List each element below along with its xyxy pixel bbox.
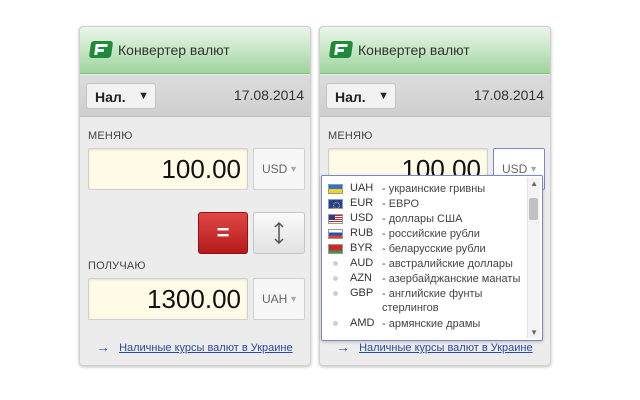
belarus-flag-icon bbox=[328, 244, 343, 254]
currency-dropdown-list[interactable]: UAH - украинские гривны EUR - ЕВРО USD -… bbox=[321, 175, 543, 341]
bullet-icon bbox=[333, 321, 338, 326]
currency-option-aud[interactable]: AUD - австралийские доллары bbox=[328, 257, 528, 272]
swap-currencies-button[interactable] bbox=[253, 212, 305, 254]
currency-name: - азербайджанские манаты bbox=[382, 273, 521, 285]
ukraine-flag-icon bbox=[328, 184, 343, 194]
scroll-down-icon[interactable]: ▼ bbox=[530, 328, 538, 337]
cash-type-value: Нал. bbox=[95, 89, 126, 105]
give-currency-select[interactable]: USD ▼ bbox=[253, 148, 305, 190]
currency-code: UAH bbox=[350, 182, 374, 194]
cash-type-select[interactable]: Нал. ▼ bbox=[86, 83, 156, 109]
currency-name: - австралийские доллары bbox=[382, 258, 513, 270]
currency-name: - ЕВРО bbox=[382, 198, 420, 210]
convert-button[interactable]: = bbox=[198, 212, 248, 254]
eu-flag-icon bbox=[328, 199, 343, 209]
triangle-down-icon: ▼ bbox=[289, 294, 298, 304]
widget-title: Конвертер валют bbox=[118, 42, 230, 58]
currency-code: AZN bbox=[350, 272, 372, 284]
currency-option-eur[interactable]: EUR - ЕВРО bbox=[328, 197, 528, 212]
currency-name: - российские рубли bbox=[382, 228, 480, 240]
cash-type-select[interactable]: Нал. ▼ bbox=[326, 83, 396, 109]
currency-code: GBP bbox=[350, 287, 374, 299]
give-label: МЕНЯЮ bbox=[88, 130, 133, 142]
cash-rates-link[interactable]: Наличные курсы валют в Украине bbox=[119, 342, 293, 354]
bullet-icon bbox=[333, 291, 338, 296]
bullet-icon bbox=[333, 261, 338, 266]
currency-code: EUR bbox=[350, 197, 374, 209]
currency-option-byr[interactable]: BYR - беларусские рубли bbox=[328, 242, 528, 257]
forex-logo-icon bbox=[88, 41, 114, 58]
russia-flag-icon bbox=[328, 229, 343, 239]
cash-rates-link[interactable]: Наличные курсы валют в Украине bbox=[359, 342, 533, 354]
triangle-down-icon: ▼ bbox=[378, 90, 389, 102]
currency-name: - армянские драмы bbox=[382, 318, 481, 330]
currency-name: - английские фунты стерлингов bbox=[382, 288, 483, 314]
date-bar: Нал. ▼ 17.08.2014 bbox=[320, 75, 550, 117]
currency-code: RUB bbox=[350, 227, 374, 239]
scrollbar-thumb[interactable] bbox=[529, 198, 538, 220]
currency-option-rub[interactable]: RUB - российские рубли bbox=[328, 227, 528, 242]
widget-header: Конвертер валют bbox=[320, 27, 550, 74]
currency-code: USD bbox=[350, 212, 374, 224]
cash-type-value: Нал. bbox=[335, 89, 366, 105]
scroll-up-icon[interactable]: ▲ bbox=[530, 179, 538, 188]
give-label: МЕНЯЮ bbox=[328, 130, 373, 142]
currency-option-azn[interactable]: AZN - азербайджанские манаты bbox=[328, 272, 528, 287]
currency-code: AMD bbox=[350, 317, 375, 329]
converter-widget: Конвертер валют Нал. ▼ 17.08.2014 МЕНЯЮ … bbox=[79, 26, 311, 366]
currency-option-amd[interactable]: AMD - армянские драмы bbox=[328, 317, 528, 332]
give-currency-value: USD bbox=[262, 162, 288, 176]
vertical-swap-arrows-icon bbox=[274, 221, 284, 245]
currency-name: - украинские гривны bbox=[382, 183, 486, 195]
receive-amount-output[interactable]: 1300.00 bbox=[88, 278, 248, 320]
currency-option-uah[interactable]: UAH - украинские гривны bbox=[328, 182, 528, 197]
currency-name: - беларусские рубли bbox=[382, 243, 486, 255]
currency-code: AUD bbox=[350, 257, 374, 269]
rate-date: 17.08.2014 bbox=[473, 87, 544, 103]
currency-name: - доллары США bbox=[382, 213, 463, 225]
receive-currency-value: UAH bbox=[262, 292, 288, 306]
arrow-right-icon: → bbox=[96, 339, 110, 355]
give-currency-value: USD bbox=[502, 162, 528, 176]
triangle-down-icon: ▼ bbox=[289, 164, 298, 174]
widget-title: Конвертер валют bbox=[358, 42, 470, 58]
cash-rates-link-row: → Наличные курсы валют в Украине bbox=[96, 338, 293, 355]
triangle-down-icon: ▼ bbox=[138, 90, 149, 102]
forex-logo-icon bbox=[328, 41, 354, 58]
currency-option-usd[interactable]: USD - доллары США bbox=[328, 212, 528, 227]
receive-label: ПОЛУЧАЮ bbox=[88, 260, 146, 272]
give-amount-input[interactable]: 100.00 bbox=[88, 148, 248, 190]
currency-code: BYR bbox=[350, 242, 373, 254]
rate-date: 17.08.2014 bbox=[233, 87, 304, 103]
receive-currency-select[interactable]: UAH ▼ bbox=[253, 278, 305, 320]
usa-flag-icon bbox=[328, 214, 343, 224]
bullet-icon bbox=[333, 276, 338, 281]
currency-option-gbp[interactable]: GBP - английские фунты стерлингов bbox=[328, 287, 528, 317]
date-bar: Нал. ▼ 17.08.2014 bbox=[80, 75, 310, 117]
arrow-right-icon: → bbox=[336, 339, 350, 355]
widget-header: Конвертер валют bbox=[80, 27, 310, 74]
